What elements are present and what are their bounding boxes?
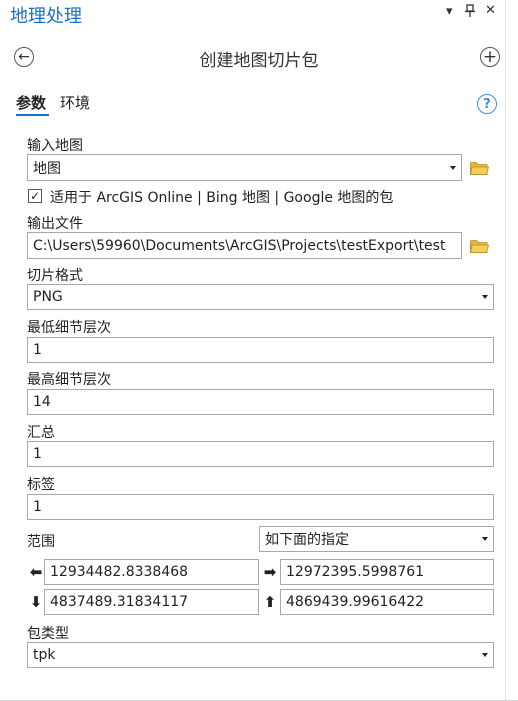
extent-left-input[interactable]: 12934482.8338468 <box>44 559 259 585</box>
pin-icon[interactable] <box>464 3 476 17</box>
extent-left-value: 12934482.8338468 <box>50 564 189 580</box>
web-package-checkbox[interactable]: ✓ <box>28 189 42 203</box>
tab-parameters[interactable]: 参数 <box>16 92 46 113</box>
package-type-value: tpk <box>33 647 56 663</box>
tile-format-label: 切片格式 <box>27 268 83 284</box>
browse-folder-icon[interactable] <box>470 160 490 179</box>
arrow-left-icon: ⬅ <box>29 563 43 581</box>
checkmark-icon: ✓ <box>29 189 41 203</box>
extent-right-input[interactable]: 12972395.5998761 <box>280 559 494 585</box>
extent-top-value: 4869439.99616422 <box>286 594 425 610</box>
output-file-input[interactable]: C:\Users\59960\Documents\ArcGIS\Projects… <box>27 232 462 259</box>
tile-format-dropdown[interactable]: PNG <box>27 284 494 310</box>
max-lod-label: 最高细节层次 <box>27 372 111 388</box>
extent-bottom-input[interactable]: 4837489.31834117 <box>44 589 259 615</box>
add-icon: + <box>482 46 498 67</box>
arrow-right-icon: ➡ <box>263 563 277 581</box>
input-map-label: 输入地图 <box>27 138 83 154</box>
help-icon[interactable]: ? <box>477 94 497 114</box>
extent-mode-value: 如下面的指定 <box>265 532 349 548</box>
package-type-dropdown[interactable]: tpk <box>27 642 494 668</box>
input-map-dropdown[interactable]: 地图 <box>27 154 462 181</box>
tags-value: 1 <box>33 499 42 515</box>
add-button[interactable]: + <box>480 47 500 67</box>
min-lod-value: 1 <box>33 342 42 358</box>
output-file-label: 输出文件 <box>27 216 83 232</box>
pane-menu-icon[interactable]: ▾ <box>446 4 453 19</box>
pane-title: 地理处理 <box>10 6 82 27</box>
extent-mode-dropdown[interactable]: 如下面的指定 <box>259 526 494 552</box>
input-map-value: 地图 <box>33 160 61 177</box>
extent-top-input[interactable]: 4869439.99616422 <box>280 589 494 615</box>
output-file-value: C:\Users\59960\Documents\ArcGIS\Projects… <box>33 237 446 254</box>
extent-label: 范围 <box>27 534 55 550</box>
active-tab-indicator <box>16 114 49 116</box>
chevron-down-icon <box>482 537 488 541</box>
summary-input[interactable]: 1 <box>27 441 494 467</box>
scrollbar-track[interactable] <box>505 0 506 701</box>
tab-environments[interactable]: 环境 <box>60 92 90 113</box>
tile-format-value: PNG <box>33 289 63 305</box>
chevron-down-icon <box>482 295 488 299</box>
package-type-label: 包类型 <box>27 626 69 642</box>
arrow-up-icon: ⬆ <box>263 593 277 611</box>
max-lod-value: 14 <box>33 394 51 410</box>
extent-right-value: 12972395.5998761 <box>286 564 425 580</box>
tool-title: 创建地图切片包 <box>199 51 319 71</box>
min-lod-input[interactable]: 1 <box>27 337 494 363</box>
web-package-checkbox-label: 适用于 ArcGIS Online | Bing 地图 | Google 地图的… <box>50 190 394 206</box>
summary-value: 1 <box>33 446 42 462</box>
tags-label: 标签 <box>27 477 55 493</box>
chevron-down-icon <box>450 165 456 170</box>
arrow-down-icon: ⬇ <box>29 593 43 611</box>
tags-input[interactable]: 1 <box>27 494 494 520</box>
chevron-down-icon <box>482 653 488 657</box>
help-glyph: ? <box>483 96 491 112</box>
max-lod-input[interactable]: 14 <box>27 389 494 415</box>
extent-bottom-value: 4837489.31834117 <box>50 594 189 610</box>
browse-folder-icon[interactable] <box>470 238 490 257</box>
summary-label: 汇总 <box>27 425 55 441</box>
close-icon[interactable]: ✕ <box>485 3 496 18</box>
min-lod-label: 最低细节层次 <box>27 320 111 336</box>
